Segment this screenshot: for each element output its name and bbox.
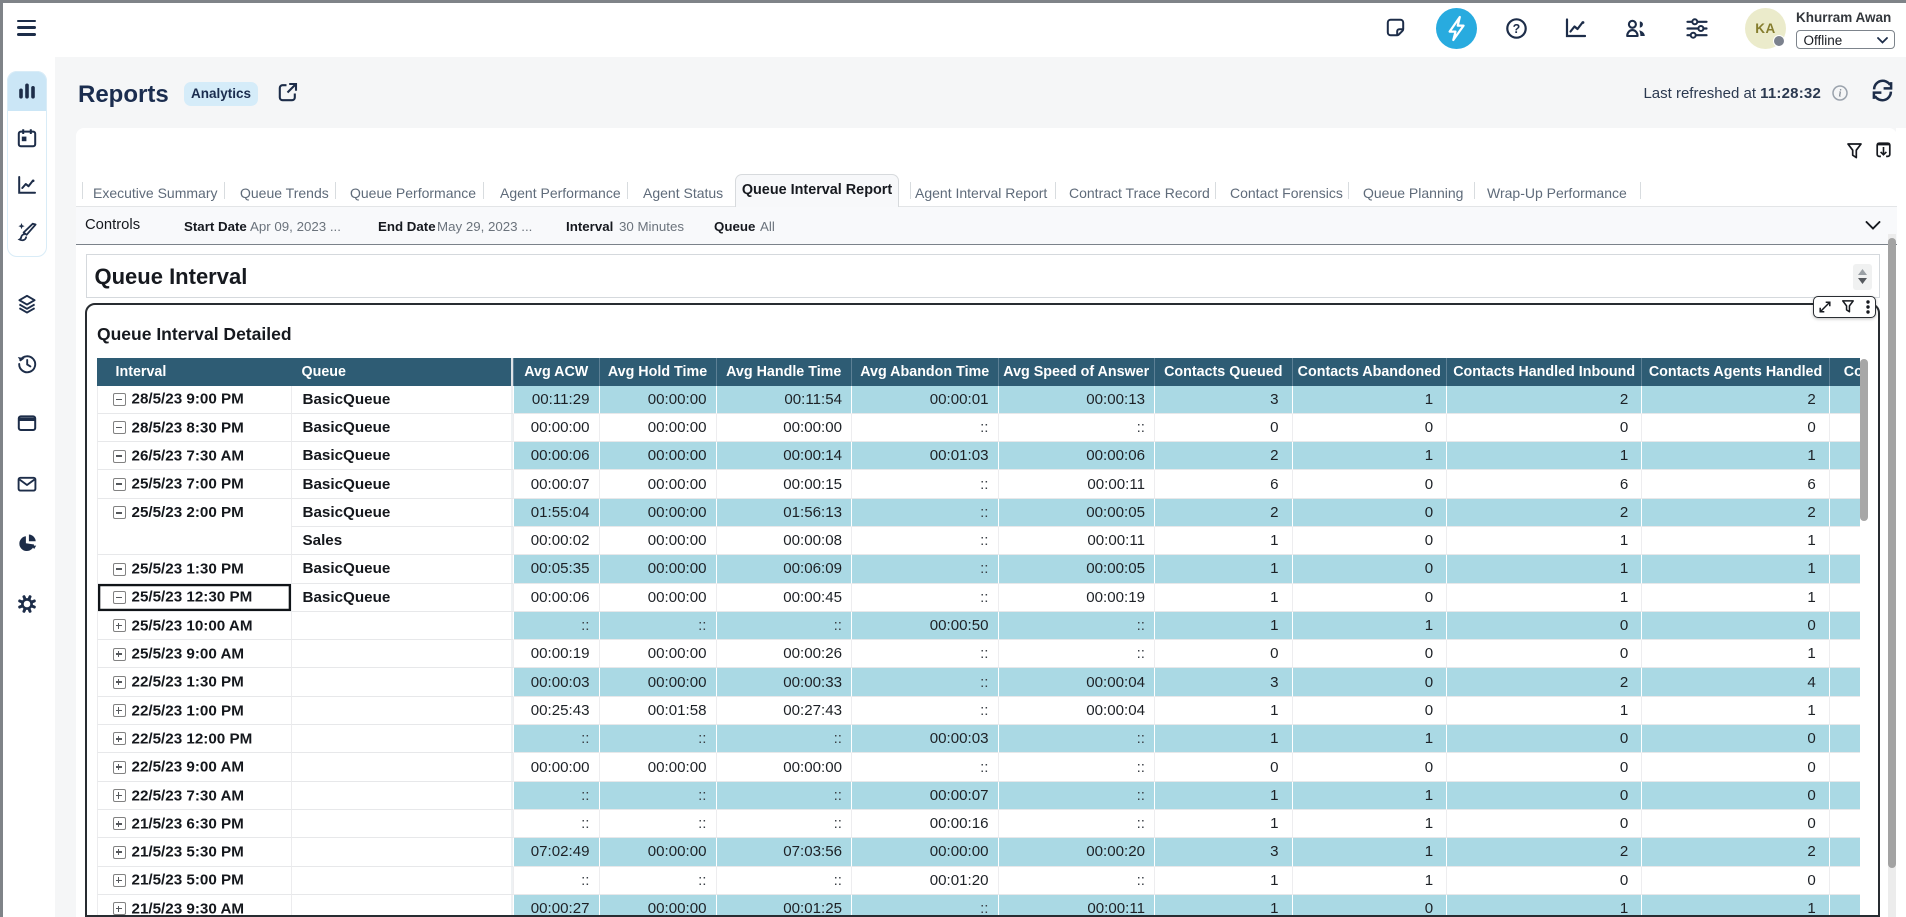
svg-text:i: i [1838,88,1841,99]
svg-text:?: ? [1513,22,1521,36]
